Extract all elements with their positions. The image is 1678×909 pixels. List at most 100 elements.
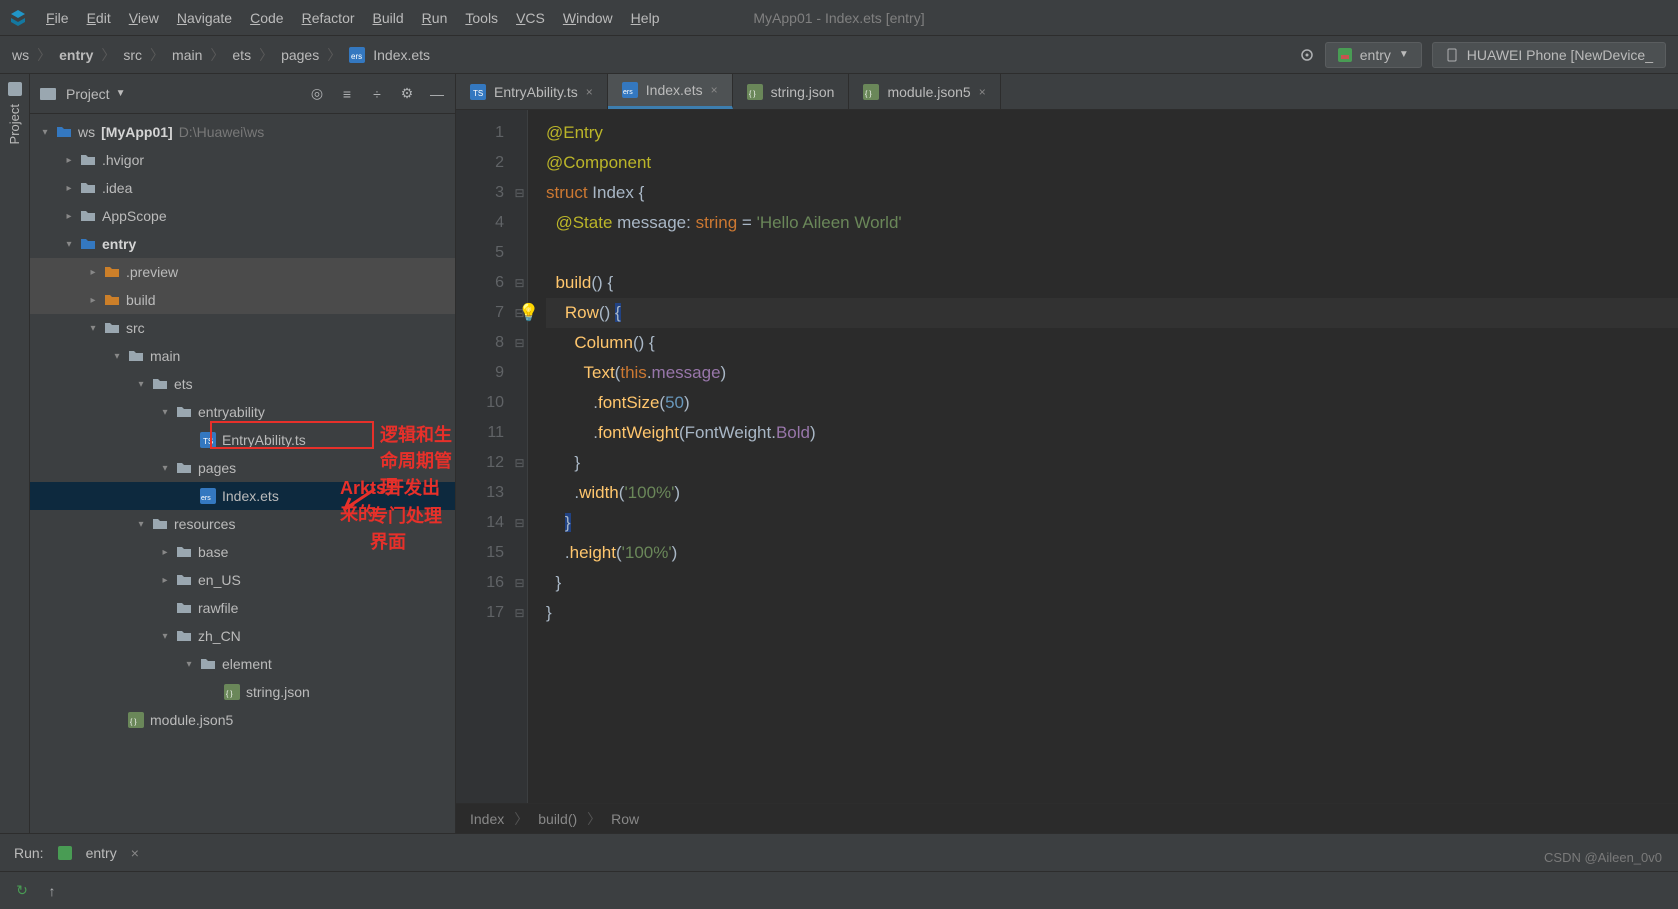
fold-gutter[interactable]: ⊟⊟⊟⊟⊟⊟⊟⊟	[512, 110, 528, 803]
line-number[interactable]: 7	[456, 298, 504, 328]
tree-item-src[interactable]: ▾src	[30, 314, 455, 342]
tree-item-entry[interactable]: ▾entry	[30, 230, 455, 258]
tree-item-element[interactable]: ▾element	[30, 650, 455, 678]
tree-item--preview[interactable]: ▸.preview	[30, 258, 455, 286]
fold-marker[interactable]: ⊟	[512, 508, 527, 538]
fold-marker[interactable]	[512, 478, 527, 508]
line-number[interactable]: 17	[456, 598, 504, 628]
tab-module-json5[interactable]: { }module.json5×	[849, 74, 1000, 109]
menu-tools[interactable]: Tools	[465, 10, 498, 26]
rerun-icon[interactable]: ↻	[14, 883, 30, 899]
bc-struct[interactable]: Index	[470, 811, 504, 827]
settings-icon[interactable]: ⚙	[399, 86, 415, 102]
close-icon[interactable]: ×	[586, 85, 593, 99]
target-icon[interactable]	[1299, 47, 1315, 63]
tree-arrow-icon[interactable]: ▸	[64, 183, 74, 194]
tree-item-resources[interactable]: ▾resources	[30, 510, 455, 538]
line-number[interactable]: 9	[456, 358, 504, 388]
tree-arrow-icon[interactable]: ▸	[64, 211, 74, 222]
code-breadcrumb[interactable]: Index〉 build()〉 Row	[456, 803, 1678, 833]
fold-marker[interactable]	[512, 418, 527, 448]
tree-arrow-icon[interactable]: ▾	[112, 351, 122, 362]
expand-all-icon[interactable]: ≡	[339, 86, 355, 102]
tree-item-string-json[interactable]: { }string.json	[30, 678, 455, 706]
tree-arrow-icon[interactable]: ▾	[184, 659, 194, 670]
line-number[interactable]: 5	[456, 238, 504, 268]
tree-item-main[interactable]: ▾main	[30, 342, 455, 370]
tab-string-json[interactable]: { }string.json	[733, 74, 850, 109]
fold-marker[interactable]: ⊟	[512, 328, 527, 358]
tree-arrow-icon[interactable]: ▾	[88, 323, 98, 334]
line-number[interactable]: 11	[456, 418, 504, 448]
fold-marker[interactable]	[512, 118, 527, 148]
line-number[interactable]: 15	[456, 538, 504, 568]
fold-marker[interactable]	[512, 238, 527, 268]
tree-arrow-icon[interactable]: ▸	[64, 155, 74, 166]
bc-row[interactable]: Row	[611, 811, 639, 827]
line-number[interactable]: 12	[456, 448, 504, 478]
line-number[interactable]: 14	[456, 508, 504, 538]
line-number[interactable]: 1	[456, 118, 504, 148]
line-number-gutter[interactable]: 1234567891011121314151617	[456, 110, 512, 803]
line-number[interactable]: 4	[456, 208, 504, 238]
crumb-ws[interactable]: ws	[12, 47, 29, 63]
menu-vcs[interactable]: VCS	[516, 10, 545, 26]
menu-navigate[interactable]: Navigate	[177, 10, 232, 26]
project-view-selector[interactable]: Project ▼	[66, 86, 125, 102]
menu-file[interactable]: File	[46, 10, 69, 26]
fold-marker[interactable]	[512, 148, 527, 178]
tab-EntryAbility-ts[interactable]: TSEntryAbility.ts×	[456, 74, 608, 109]
crumb-src[interactable]: src	[123, 47, 142, 63]
project-tool-button[interactable]: Project	[7, 104, 22, 144]
tree-item-AppScope[interactable]: ▸AppScope	[30, 202, 455, 230]
crumb-file[interactable]: Index.ets	[373, 47, 430, 63]
tree-arrow-icon[interactable]: ▸	[88, 295, 98, 306]
close-icon[interactable]: ×	[979, 85, 986, 99]
line-number[interactable]: 8	[456, 328, 504, 358]
tree-item-ws-[interactable]: ▾ws [MyApp01] D:\Huawei\ws	[30, 118, 455, 146]
line-number[interactable]: 10	[456, 388, 504, 418]
fold-marker[interactable]	[512, 388, 527, 418]
menu-refactor[interactable]: Refactor	[302, 10, 355, 26]
tree-item-rawfile[interactable]: rawfile	[30, 594, 455, 622]
run-config-name[interactable]: entry	[86, 845, 117, 861]
tree-arrow-icon[interactable]: ▾	[136, 379, 146, 390]
fold-marker[interactable]	[512, 538, 527, 568]
line-number[interactable]: 6	[456, 268, 504, 298]
tree-item-build[interactable]: ▸build	[30, 286, 455, 314]
tree-item-pages[interactable]: ▾pages	[30, 454, 455, 482]
tree-item-en_US[interactable]: ▸en_US	[30, 566, 455, 594]
line-number[interactable]: 3	[456, 178, 504, 208]
tree-item--idea[interactable]: ▸.idea	[30, 174, 455, 202]
menu-run[interactable]: Run	[422, 10, 448, 26]
tree-item--hvigor[interactable]: ▸.hvigor	[30, 146, 455, 174]
tree-arrow-icon[interactable]: ▸	[160, 575, 170, 586]
run-config-selector[interactable]: entry ▼	[1325, 42, 1422, 68]
device-selector[interactable]: HUAWEI Phone [NewDevice_	[1432, 42, 1666, 68]
fold-marker[interactable]: ⊟	[512, 568, 527, 598]
tree-arrow-icon[interactable]: ▸	[88, 267, 98, 278]
collapse-all-icon[interactable]: ÷	[369, 86, 385, 102]
menu-window[interactable]: Window	[563, 10, 613, 26]
menu-view[interactable]: View	[129, 10, 159, 26]
line-number[interactable]: 2	[456, 148, 504, 178]
crumb-entry[interactable]: entry	[59, 47, 93, 63]
fold-marker[interactable]: ⊟	[512, 598, 527, 628]
tree-item-module-json5[interactable]: { }module.json5	[30, 706, 455, 734]
select-opened-file-icon[interactable]: ◎	[309, 86, 325, 102]
close-icon[interactable]: ×	[711, 83, 718, 97]
tree-item-entryability[interactable]: ▾entryability	[30, 398, 455, 426]
tab-Index-ets[interactable]: ersIndex.ets×	[608, 74, 733, 109]
menu-build[interactable]: Build	[373, 10, 404, 26]
menu-edit[interactable]: Edit	[87, 10, 111, 26]
crumb-ets[interactable]: ets	[232, 47, 251, 63]
tree-item-EntryAbility-ts[interactable]: TSEntryAbility.ts	[30, 426, 455, 454]
menu-code[interactable]: Code	[250, 10, 283, 26]
tree-item-zh_CN[interactable]: ▾zh_CN	[30, 622, 455, 650]
bc-build[interactable]: build()	[538, 811, 577, 827]
code-editor[interactable]: @Entry@Componentstruct Index { @State me…	[528, 110, 1678, 803]
menu-help[interactable]: Help	[631, 10, 660, 26]
tree-arrow-icon[interactable]: ▾	[160, 631, 170, 642]
tree-arrow-icon[interactable]: ▾	[40, 127, 50, 138]
fold-marker[interactable]	[512, 358, 527, 388]
